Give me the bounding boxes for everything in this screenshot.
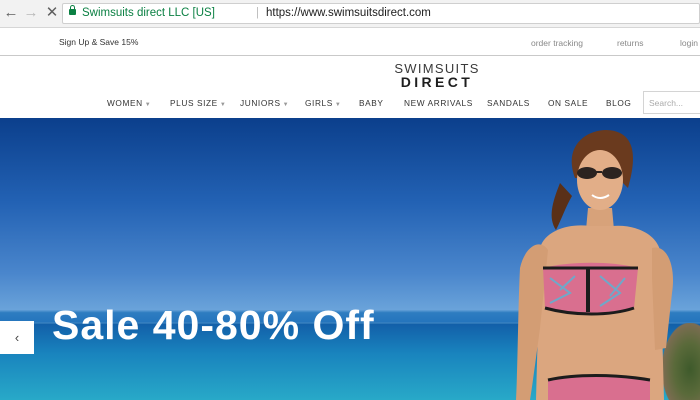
address-separator: | <box>256 7 259 19</box>
forward-arrow-icon[interactable]: → <box>22 4 40 22</box>
order-tracking-link[interactable]: order tracking <box>531 38 583 48</box>
returns-link[interactable]: returns <box>617 38 643 48</box>
lock-icon <box>69 5 76 15</box>
hero-banner[interactable]: Sale 40-80% Off ‹ <box>0 118 700 400</box>
nav-plus-size-label: PLUS SIZE <box>170 98 218 108</box>
stop-icon[interactable]: ✕ <box>43 4 61 22</box>
nav-women-label: WOMEN <box>107 98 143 108</box>
nav-girls-label: GIRLS <box>305 98 333 108</box>
chevron-down-icon: ▼ <box>282 102 290 108</box>
logo-bottom-text: DIRECT <box>400 74 474 90</box>
nav-women[interactable]: WOMEN ▼ <box>107 98 151 108</box>
browser-toolbar: ← → ✕ Swimsuits direct LLC [US] | https:… <box>0 0 700 28</box>
chevron-left-icon: ‹ <box>14 330 20 345</box>
back-arrow-icon[interactable]: ← <box>2 4 20 22</box>
nav-blog[interactable]: BLOG <box>606 98 631 108</box>
nav-juniors-label: JUNIORS <box>240 98 281 108</box>
address-bar[interactable]: Swimsuits direct LLC [US] | https://www.… <box>62 3 700 24</box>
nav-new-arrivals[interactable]: NEW ARRIVALS <box>404 98 473 108</box>
site-header: SWIMSUITS DIRECT WOMEN ▼ PLUS SIZE ▼ JUNIO… <box>0 56 700 117</box>
hero-model-image <box>516 130 674 400</box>
chevron-down-icon: ▼ <box>334 102 342 108</box>
secure-site-label: Swimsuits direct LLC [US] <box>82 7 215 19</box>
carousel-prev-button[interactable]: ‹ <box>0 321 34 354</box>
nav-juniors[interactable]: JUNIORS ▼ <box>240 98 289 108</box>
nav-baby[interactable]: BABY <box>359 98 384 108</box>
login-link[interactable]: login <box>680 38 698 48</box>
chevron-down-icon: ▼ <box>219 102 227 108</box>
nav-plus-size[interactable]: PLUS SIZE ▼ <box>170 98 226 108</box>
chevron-down-icon: ▼ <box>144 102 152 108</box>
page-url[interactable]: https://www.swimsuitsdirect.com <box>266 4 431 23</box>
signup-promo-link[interactable]: Sign Up & Save 15% <box>59 37 138 47</box>
site-logo[interactable]: SWIMSUITS DIRECT <box>392 62 482 90</box>
search-input[interactable] <box>643 91 700 114</box>
utility-bar: Sign Up & Save 15% <box>0 28 700 56</box>
nav-girls[interactable]: GIRLS ▼ <box>305 98 341 108</box>
hero-headline: Sale 40-80% Off <box>52 302 375 348</box>
nav-on-sale[interactable]: ON SALE <box>548 98 588 108</box>
nav-sandals[interactable]: SANDALS <box>487 98 530 108</box>
